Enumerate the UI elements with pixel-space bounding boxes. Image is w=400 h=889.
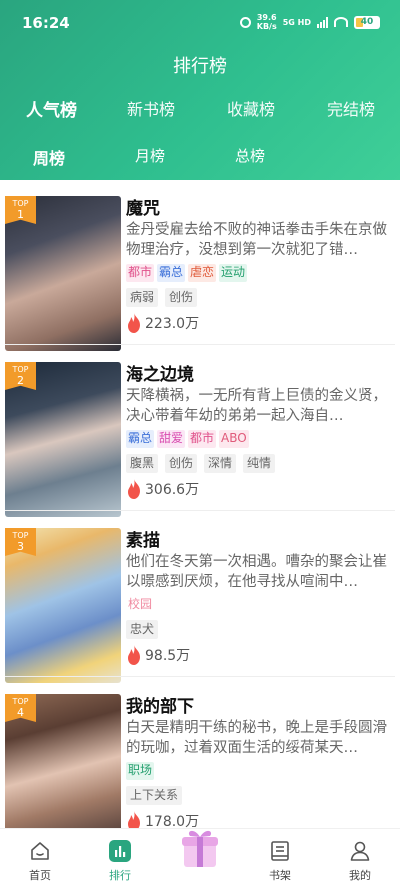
book-title[interactable]: 素描 xyxy=(126,526,160,551)
rank-number: 4 xyxy=(17,706,24,719)
ranking-list: TOP 1 魔咒 金丹受雇去给不败的神话拳击手朱在京做物理治疗，没想到第一次就犯了… xyxy=(0,180,400,828)
popularity: 306.6万 xyxy=(126,479,199,499)
gift-icon xyxy=(182,830,218,867)
page-title: 排行榜 xyxy=(173,56,227,77)
nav-ranking[interactable]: 排行 xyxy=(80,829,160,889)
trait-tag: 深情 xyxy=(204,454,237,473)
genre-tag: 甜爱 xyxy=(157,430,186,448)
genre-tag: 霸总 xyxy=(157,264,186,282)
tab-all-time[interactable]: 总榜 xyxy=(235,145,265,166)
genre-tag: ABO xyxy=(219,430,249,448)
rank-badge: TOP 2 xyxy=(5,362,36,390)
rank-number: 2 xyxy=(17,374,24,387)
book-description: 金丹受雇去给不败的神话拳击手朱在京做物理治疗，没想到第一次就犯了错… xyxy=(126,222,387,258)
genre-tag: 运动 xyxy=(219,264,248,282)
nav-gift[interactable] xyxy=(160,829,240,889)
nav-label: 书架 xyxy=(269,869,291,882)
rank-number: 1 xyxy=(17,208,24,221)
book-title[interactable]: 海之边境 xyxy=(126,360,194,385)
genre-tag: 都市 xyxy=(126,264,155,282)
alarm-icon xyxy=(239,16,251,28)
trait-tags: 忠犬 xyxy=(126,620,159,639)
nav-label: 我的 xyxy=(349,869,371,882)
bottom-nav: 首页 排行 书架 我的 xyxy=(0,828,400,889)
net-speed: 39.6 KB/s xyxy=(257,13,277,31)
genre-tag: 霸总 xyxy=(126,430,155,448)
main-tabs: 人气榜 新书榜 收藏榜 完结榜 xyxy=(0,96,400,124)
genre-tags: 都市 霸总 虐恋 运动 xyxy=(126,264,248,282)
genre-tags: 校园 xyxy=(126,596,155,614)
rank-label: TOP xyxy=(12,697,29,706)
genre-tag: 虐恋 xyxy=(188,264,217,282)
trait-tag: 纯情 xyxy=(243,454,276,473)
genre-tag: 校园 xyxy=(126,596,155,614)
wifi-icon xyxy=(334,17,348,27)
nav-home[interactable]: 首页 xyxy=(0,829,80,889)
net-speed-value: 39.6 xyxy=(256,13,277,22)
book-description: 他们在冬天第一次相遇。嘈杂的聚会让崔以暻感到厌烦，在他寻找从喧闹中… xyxy=(126,554,387,590)
popularity: 223.0万 xyxy=(126,313,199,333)
trait-tag: 腹黑 xyxy=(126,454,159,473)
nav-profile[interactable]: 我的 xyxy=(320,829,400,889)
ranking-icon xyxy=(109,840,131,862)
trait-tag: 创伤 xyxy=(165,288,198,307)
trait-tags: 腹黑 创伤 深情 纯情 xyxy=(126,454,276,473)
list-item[interactable]: TOP 2 海之边境 天降横祸，一无所有背上巨债的金义贤，决心带着年幼的弟弟一起入… xyxy=(0,344,400,517)
rank-badge: TOP 4 xyxy=(5,694,36,722)
nav-label: 排行 xyxy=(109,869,131,882)
battery-level: 40 xyxy=(360,16,374,27)
book-description: 天降横祸，一无所有背上巨债的金义贤，决心带着年幼的弟弟一起入海自… xyxy=(126,388,387,424)
trait-tag: 忠犬 xyxy=(126,620,159,639)
genre-tags: 职场 xyxy=(126,762,155,780)
rank-badge: TOP 3 xyxy=(5,528,36,556)
flame-icon xyxy=(128,811,140,828)
signal-icon xyxy=(317,16,328,28)
heat-value: 98.5万 xyxy=(145,648,191,664)
book-title[interactable]: 我的部下 xyxy=(126,692,194,717)
flame-icon xyxy=(128,479,140,499)
profile-icon xyxy=(350,841,370,861)
heat-value: 306.6万 xyxy=(145,482,200,498)
genre-tag: 都市 xyxy=(188,430,217,448)
flame-icon xyxy=(128,313,140,333)
bookshelf-icon xyxy=(271,841,289,861)
list-item[interactable]: TOP 4 我的部下 白天是精明干练的秘书，晚上是手段圆滑的玩咖，过着双面生活的绥… xyxy=(0,676,400,828)
tab-new-books[interactable]: 新书榜 xyxy=(127,96,175,120)
rank-number: 3 xyxy=(17,540,24,553)
trait-tags: 病弱 创伤 xyxy=(126,288,198,307)
tab-weekly[interactable]: 周榜 xyxy=(33,145,65,169)
list-item[interactable]: TOP 3 素描 他们在冬天第一次相遇。嘈杂的聚会让崔以暻感到厌烦，在他寻找从喧闹… xyxy=(0,510,400,683)
tab-monthly[interactable]: 月榜 xyxy=(135,145,165,166)
book-description: 白天是精明干练的秘书，晚上是手段圆滑的玩咖，过着双面生活的绥荷某天… xyxy=(126,720,387,756)
nav-label: 首页 xyxy=(29,869,51,882)
trait-tag: 创伤 xyxy=(165,454,198,473)
trait-tag: 上下关系 xyxy=(126,786,183,805)
network-label: 5G HD xyxy=(282,17,311,27)
heat-value: 223.0万 xyxy=(145,316,200,332)
genre-tag: 职场 xyxy=(126,762,155,780)
battery-icon: 40 xyxy=(354,15,380,29)
period-tabs: 周榜 月榜 总榜 xyxy=(0,145,400,171)
genre-tags: 霸总 甜爱 都市 ABO xyxy=(126,430,249,448)
list-item[interactable]: TOP 1 魔咒 金丹受雇去给不败的神话拳击手朱在京做物理治疗，没想到第一次就犯了… xyxy=(0,180,400,351)
status-bar: 16:24 39.6 KB/s 5G HD 40 xyxy=(0,0,400,40)
book-title[interactable]: 魔咒 xyxy=(126,194,160,219)
popularity: 98.5万 xyxy=(126,645,190,665)
rank-label: TOP xyxy=(12,199,29,208)
clock: 16:24 xyxy=(22,14,70,32)
tab-favorites[interactable]: 收藏榜 xyxy=(227,96,275,120)
nav-bookshelf[interactable]: 书架 xyxy=(240,829,320,889)
net-speed-unit: KB/s xyxy=(256,22,277,31)
status-icons: 39.6 KB/s 5G HD 40 xyxy=(239,12,380,32)
trait-tags: 上下关系 xyxy=(126,786,183,805)
tab-completed[interactable]: 完结榜 xyxy=(327,96,375,120)
flame-icon xyxy=(128,645,140,665)
home-icon xyxy=(31,842,49,860)
trait-tag: 病弱 xyxy=(126,288,159,307)
rank-label: TOP xyxy=(12,365,29,374)
tab-popularity[interactable]: 人气榜 xyxy=(26,96,77,121)
rank-label: TOP xyxy=(12,531,29,540)
header: 16:24 39.6 KB/s 5G HD 40 排行榜 人气榜 新书榜 收藏榜… xyxy=(0,0,400,180)
